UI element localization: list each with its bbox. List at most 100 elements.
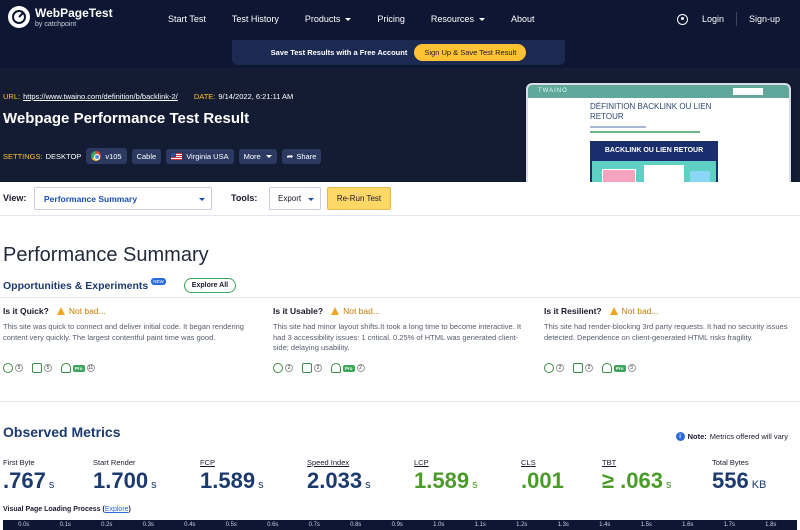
webpagetest-logo-icon [8,6,30,28]
export-button[interactable]: Export [269,187,321,210]
metric-start-render: Start Render 1.700 s [93,458,157,493]
view-select[interactable]: Performance Summary [34,187,212,210]
opportunities-count[interactable]: 2 [273,363,293,373]
device-label: DESKTOP [45,151,82,161]
rerun-test-button[interactable]: Re-Run Test [327,187,391,210]
filmstrip-tick: 1.4s [599,522,611,528]
logo-subtitle: by catchpoint [35,20,77,28]
share-button[interactable]: ➦ Share [281,148,322,164]
nav-products[interactable]: Products [305,14,352,24]
nav-pricing[interactable]: Pricing [377,14,405,24]
usable-verdict: Not bad... [343,306,380,316]
usable-question[interactable]: Is it Usable? [273,306,323,316]
metric-total-bytes: Total Bytes 556 KB [712,458,767,493]
metric-tbt[interactable]: TBT ≥ .063 s [602,458,672,493]
camera-icon [302,363,312,373]
filmstrip-tick: 0.0s [18,522,30,528]
metric-speed-index[interactable]: Speed Index 2.033 s [307,458,371,493]
thumbnail-site-header: TWAINO [528,85,789,98]
filmstrip-timeline[interactable]: 0.0s 0.1s 0.2s 0.3s 0.4s 0.5s 0.6s 0.7s 0.8s 0.9s… [3,520,797,530]
quick-question[interactable]: Is it Quick? [3,306,49,316]
signup-link[interactable]: Sign-up [749,14,780,24]
nav-start-test[interactable]: Start Test [168,14,206,24]
explore-link[interactable]: Explore [105,506,129,513]
share-icon: ➦ [286,151,294,161]
opportunities-title: Opportunities & Experiments [3,279,149,292]
nav-resources[interactable]: Resources [431,14,485,24]
chevron-down-icon [265,154,272,158]
filmstrip-tick: 1.6s [682,522,694,528]
tips-count[interactable]: 2 [302,363,322,373]
tools-label: Tools: [231,193,258,203]
new-badge: NEW [151,278,166,285]
stopwatch-icon [3,363,13,373]
filmstrip-tick: 1.8s [765,522,777,528]
chevron-down-icon [199,198,205,201]
warning-icon [331,307,340,315]
filmstrip-tick: 0.1s [59,522,71,528]
filmstrip-tick: 0.9s [391,522,403,528]
performance-summary-title: Performance Summary [3,244,209,266]
test-url-line: URL: https://www.twaino.com/definition/b/… [3,92,294,101]
nav-links: Start Test Test History Products Pricing… [168,0,560,38]
login-link[interactable]: Login [702,14,724,24]
quick-opportunity-counts: 5 5 Pro 11 [3,363,104,373]
tips-count[interactable]: 5 [32,363,52,373]
experiment-icon [61,363,71,373]
metric-fcp[interactable]: FCP 1.589 s [200,458,264,493]
metric-first-byte: First Byte .767 s [3,458,55,493]
filmstrip-tick: 0.5s [225,522,237,528]
pro-badge: Pro [73,364,85,372]
nav-about[interactable]: About [511,14,535,24]
location-chip: Virginia USA [166,148,234,164]
chevron-down-icon [478,17,485,21]
opportunities-count[interactable]: 2 [544,363,564,373]
test-url-link[interactable]: https://www.twaino.com/definition/b/back… [23,92,178,101]
filmstrip-tick: 1.5s [640,522,652,528]
thumbnail-page-title: DÉFINITION BACKLINK OU LIEN RETOUR [590,102,712,121]
test-date: 9/14/2022, 6:21:11 AM [218,92,294,101]
experiments-count[interactable]: Pro 11 [61,363,95,373]
filmstrip-tick: 0.4s [184,522,196,528]
view-label: View: [3,193,27,203]
signup-save-button[interactable]: Sign Up & Save Test Result [414,44,527,61]
filmstrip-tick: 0.8s [350,522,362,528]
quick-column: Is it Quick? Not bad... This site was qu… [3,306,263,373]
warning-icon [56,307,65,315]
filmstrip-tick: 1.2s [516,522,528,528]
filmstrip-tick: 1.0s [433,522,445,528]
metrics-note: i Note: Metrics offered will vary [675,432,788,441]
observed-metrics-title: Observed Metrics [3,424,121,440]
us-flag-icon [171,152,183,160]
opportunities-count[interactable]: 5 [3,363,23,373]
nav-test-history[interactable]: Test History [232,14,279,24]
info-icon: i [675,432,685,441]
stopwatch-icon [544,363,554,373]
camera-icon [573,363,583,373]
nav-account: Login Sign-up [676,0,780,38]
stopwatch-icon [273,363,283,373]
camera-icon [32,363,42,373]
experiment-icon [331,363,341,373]
user-icon[interactable] [676,13,688,25]
resilient-opportunity-counts: 2 2 Pro 3 [544,363,645,373]
usable-opportunity-counts: 2 2 Pro 2 [273,363,374,373]
experiments-count[interactable]: Pro 2 [331,363,365,373]
opportunities-row: Opportunities & Experiments NEW Explore … [3,278,237,293]
metric-lcp[interactable]: LCP 1.589 s [414,458,478,493]
metric-cls[interactable]: CLS .001 [521,458,564,493]
filmstrip-tick: 0.2s [101,522,113,528]
filmstrip-tick: 1.3s [557,522,569,528]
more-button[interactable]: More [238,148,277,164]
view-tools-bar: View: Performance Summary Tools: Export … [0,182,800,216]
tips-count[interactable]: 2 [573,363,593,373]
pro-badge: Pro [614,364,626,372]
filmstrip-tick: 0.7s [308,522,320,528]
filmstrip-tick: 1.1s [474,522,486,528]
experiments-count[interactable]: Pro 3 [602,363,636,373]
page-title: Webpage Performance Test Result [3,110,250,127]
logo[interactable]: WebPageTest by catchpoint [8,6,113,28]
explore-all-button[interactable]: Explore All [183,278,237,293]
resilient-question[interactable]: Is it Resilient? [544,306,602,316]
resilient-column: Is it Resilient? Not bad... This site ha… [544,306,800,373]
